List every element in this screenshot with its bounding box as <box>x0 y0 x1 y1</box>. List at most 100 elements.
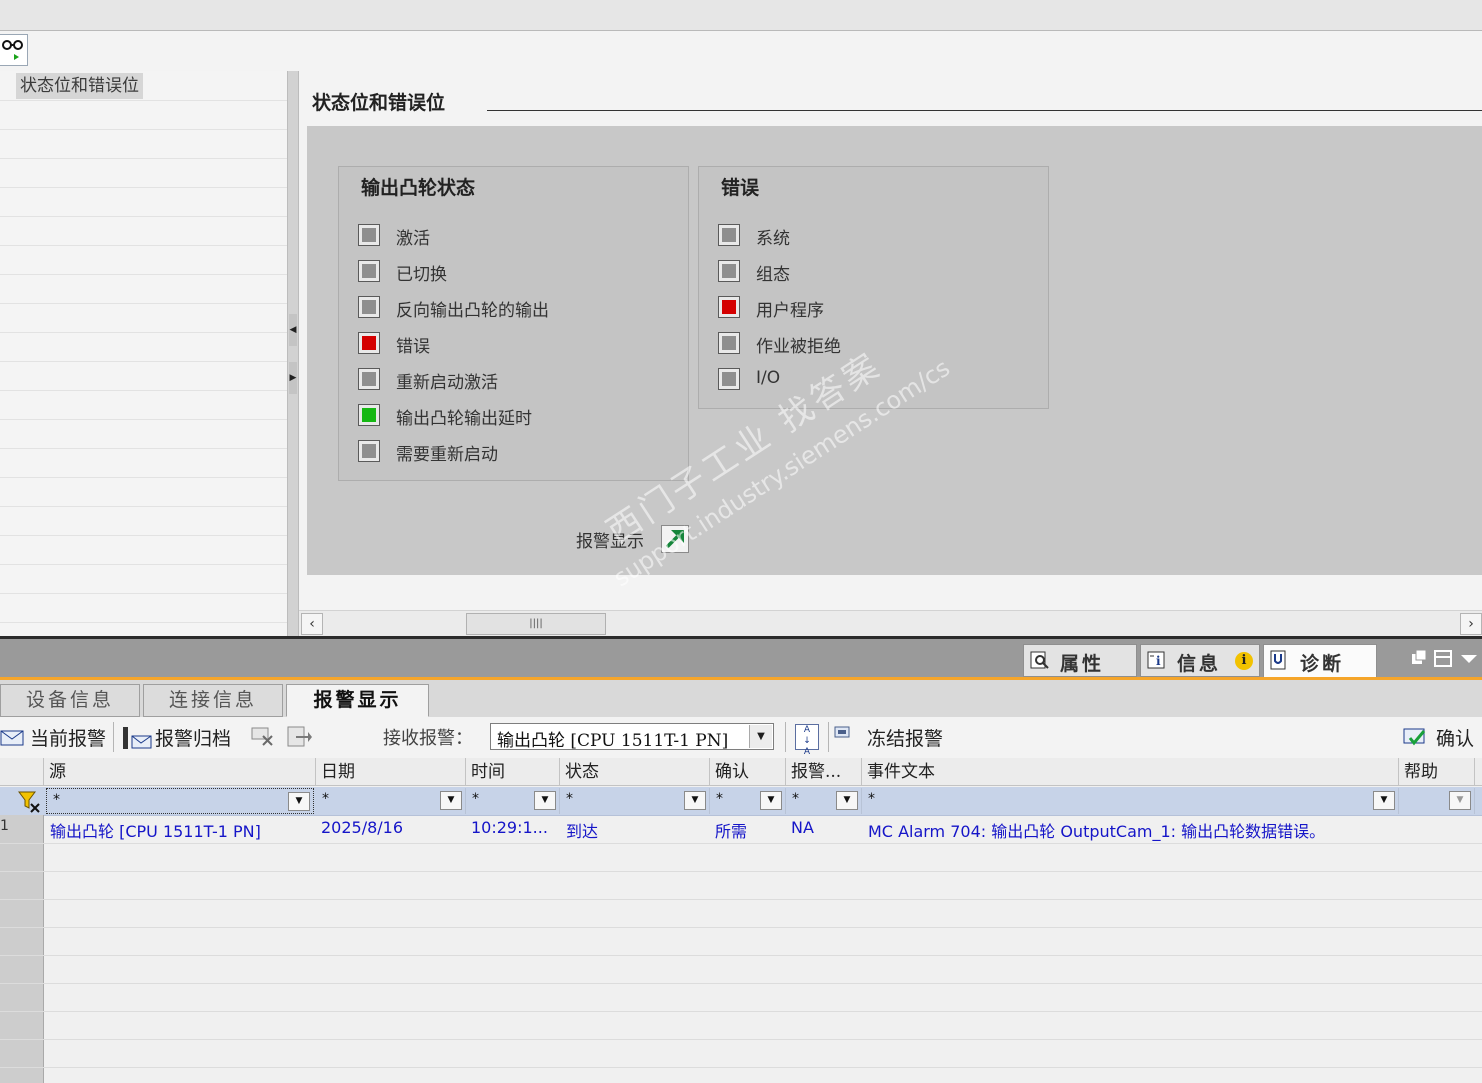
tab-label: 诊断 <box>1300 653 1345 675</box>
filter-alarm[interactable]: * ▼ <box>786 788 862 814</box>
column-header-date[interactable]: 日期 <box>316 758 466 786</box>
status-label: 用户程序 <box>756 301 824 321</box>
acknowledge-icon[interactable] <box>1402 723 1428 749</box>
status-label: I/O <box>756 368 781 388</box>
column-header-help[interactable]: 帮助 <box>1399 758 1475 786</box>
status-label: 需要重新启动 <box>396 445 498 465</box>
filter-time[interactable]: * ▼ <box>466 788 560 814</box>
tab-connection-info[interactable]: 连接信息 <box>143 684 283 717</box>
top-strip <box>0 0 1482 31</box>
status-label: 激活 <box>396 229 430 249</box>
nav-item-status-error-bits[interactable]: 状态位和错误位 <box>16 73 143 99</box>
status-led-icon <box>718 368 740 390</box>
chevron-down-icon[interactable]: ▼ <box>749 725 772 748</box>
column-header-time[interactable]: 时间 <box>466 758 560 786</box>
filter-source[interactable]: * ▼ <box>46 788 314 814</box>
left-navigation <box>0 71 287 637</box>
acknowledge-button[interactable]: 确认 <box>1436 724 1474 751</box>
chevron-down-icon[interactable]: ▼ <box>760 791 782 810</box>
freeze-alarms-button[interactable]: 冻结报警 <box>867 724 943 751</box>
filter-value: * <box>53 792 60 808</box>
column-header-alarm[interactable]: 报警... <box>786 758 862 786</box>
tab-diagnostics[interactable]: 诊断 <box>1263 644 1377 677</box>
filter-status[interactable]: * ▼ <box>560 788 710 814</box>
svg-text:i: i <box>1156 654 1161 668</box>
chevron-down-icon[interactable]: ▼ <box>684 791 706 810</box>
column-header-source[interactable]: 源 <box>44 758 316 786</box>
properties-icon <box>1030 651 1049 669</box>
layout-icon[interactable] <box>1434 650 1452 667</box>
export-alarms-icon[interactable] <box>286 723 312 749</box>
sort-az-icon[interactable]: A ↓ A <box>795 724 819 757</box>
filter-value: * <box>566 791 573 807</box>
tab-info[interactable]: i 信息 i <box>1140 644 1260 677</box>
tab-device-info[interactable]: 设备信息 <box>0 684 140 717</box>
alarm-archive-button[interactable]: 报警归档 <box>155 724 231 751</box>
column-header-event-text[interactable]: 事件文本 <box>862 758 1399 786</box>
current-alarms-button[interactable]: 当前报警 <box>30 724 106 751</box>
status-label: 已切换 <box>396 265 447 285</box>
collapse-left-arrow-icon[interactable]: ◀ <box>289 314 297 346</box>
filter-event-text[interactable]: * ▼ <box>862 788 1399 814</box>
cell-time: 10:29:1... <box>471 818 548 837</box>
scroll-thumb[interactable]: |||| <box>466 613 606 635</box>
current-alarms-icon[interactable] <box>0 723 26 749</box>
status-label: 反向输出凸轮的输出 <box>396 301 549 321</box>
panel-splitter[interactable]: ◀ ▶ <box>287 71 299 637</box>
row-number-column <box>0 815 44 1083</box>
cell-ack: 所需 <box>715 822 748 841</box>
alarm-archive-icon[interactable] <box>121 724 153 750</box>
chevron-down-icon[interactable] <box>1461 655 1477 663</box>
alarm-display-link-button[interactable] <box>661 525 689 553</box>
filter-ack[interactable]: * ▼ <box>710 788 786 814</box>
status-label: 重新启动激活 <box>396 373 498 393</box>
status-label: 组态 <box>756 265 790 285</box>
status-led-icon <box>718 332 740 354</box>
tab-properties[interactable]: 属性 <box>1023 644 1137 677</box>
scroll-right-icon[interactable]: › <box>1460 613 1482 635</box>
errors-group: 错误 系统 组态 用户程序 作业被拒绝 I/O <box>698 166 1049 409</box>
delete-alarms-icon[interactable] <box>250 723 276 749</box>
restore-window-icon[interactable] <box>1412 649 1427 664</box>
column-header-extra[interactable] <box>1475 758 1482 786</box>
filter-value: * <box>322 791 329 807</box>
glasses-icon <box>2 40 23 60</box>
expand-right-arrow-icon[interactable]: ▶ <box>289 362 297 394</box>
chevron-down-icon[interactable]: ▼ <box>1373 791 1395 810</box>
errors-group-title: 错误 <box>721 177 760 199</box>
scroll-left-icon[interactable]: ‹ <box>301 613 323 635</box>
chevron-down-icon[interactable]: ▼ <box>534 791 556 810</box>
column-header-status[interactable]: 状态 <box>560 758 710 786</box>
chevron-down-icon[interactable]: ▼ <box>288 792 310 811</box>
cell-date: 2025/8/16 <box>321 818 404 837</box>
chevron-down-icon[interactable]: ▼ <box>440 791 462 810</box>
diagnostics-icon <box>1270 650 1286 670</box>
filter-date[interactable]: * ▼ <box>316 788 466 814</box>
horizontal-scrollbar[interactable]: ‹ |||| › <box>299 610 1482 637</box>
status-label: 系统 <box>756 229 790 249</box>
editor-toolbar <box>0 31 1482 71</box>
status-led-icon <box>358 404 380 426</box>
status-label: 作业被拒绝 <box>756 337 841 357</box>
filter-value: * <box>868 791 875 807</box>
status-led-icon <box>358 440 380 462</box>
chevron-down-icon[interactable]: ▼ <box>1449 791 1471 810</box>
cell-alarm: NA <box>791 818 814 837</box>
section-title: 状态位和错误位 <box>312 92 446 114</box>
filter-clear-icon[interactable] <box>17 790 43 814</box>
cell-source: 输出凸轮 [CPU 1511T-1 PN] <box>50 822 261 841</box>
cell-event-text: MC Alarm 704: 输出凸轮 OutputCam_1: 输出凸轮数据错误… <box>868 822 1326 841</box>
tab-alarm-display[interactable]: 报警显示 <box>286 684 429 717</box>
open-arrow-icon <box>665 530 684 549</box>
monitor-glasses-button[interactable] <box>0 34 28 66</box>
chevron-down-icon[interactable]: ▼ <box>836 791 858 810</box>
receive-alarms-select[interactable]: 输出凸轮 [CPU 1511T-1 PN] ▼ <box>490 723 774 751</box>
row-number: 1 <box>0 818 9 834</box>
table-corner <box>0 758 44 786</box>
cam-status-group-title: 输出凸轮状态 <box>361 177 476 199</box>
filter-help[interactable]: ▼ <box>1399 788 1475 814</box>
tab-label: 属性 <box>1060 653 1105 675</box>
column-header-ack[interactable]: 确认 <box>710 758 786 786</box>
alarm-display-link-label: 报警显示 <box>576 532 644 552</box>
freeze-alarms-icon[interactable] <box>833 724 859 750</box>
